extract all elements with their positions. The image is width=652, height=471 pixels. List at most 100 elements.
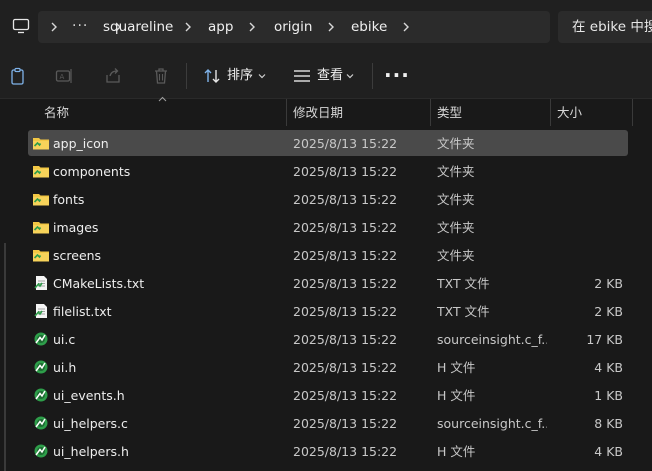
- file-date-modified: 2025/8/13 15:22: [293, 164, 398, 179]
- folder-icon: [32, 191, 50, 207]
- file-date-modified: 2025/8/13 15:22: [293, 136, 398, 151]
- file-row[interactable]: ui.h 2025/8/13 15:22 H 文件 4 KB: [28, 354, 628, 380]
- file-date-modified: 2025/8/13 15:22: [293, 360, 398, 375]
- chevron-right-icon[interactable]: [400, 20, 412, 34]
- file-row[interactable]: CMakeLists.txt 2025/8/13 15:22 TXT 文件 2 KB: [28, 270, 628, 296]
- navigation-pane-scrollbar[interactable]: [4, 243, 6, 471]
- file-row[interactable]: screens 2025/8/13 15:22 文件夹: [28, 242, 628, 268]
- file-type: sourceinsight.c_f...: [437, 416, 547, 431]
- file-name: ui_helpers.c: [53, 416, 128, 431]
- file-name: app_icon: [53, 136, 109, 151]
- file-type: H 文件: [437, 388, 476, 403]
- chevron-right-icon[interactable]: [246, 20, 258, 34]
- toolbar-divider: [186, 63, 187, 89]
- share-icon[interactable]: [103, 66, 123, 86]
- file-type: 文件夹: [437, 192, 475, 207]
- file-explorer-window: ··· squareline app origin ebike 在 ebike …: [0, 0, 652, 471]
- file-type: TXT 文件: [437, 304, 490, 319]
- file-type: H 文件: [437, 444, 476, 459]
- column-divider[interactable]: [286, 99, 287, 126]
- column-header-name[interactable]: 名称: [44, 99, 69, 126]
- file-type: 文件夹: [437, 248, 475, 263]
- breadcrumb-overflow-button[interactable]: ···: [72, 11, 88, 43]
- column-divider[interactable]: [430, 99, 431, 126]
- chevron-down-icon: [346, 74, 354, 79]
- sort-button[interactable]: 排序: [200, 60, 272, 92]
- source-file-icon: [32, 415, 50, 431]
- file-date-modified: 2025/8/13 15:22: [293, 248, 398, 263]
- file-date-modified: 2025/8/13 15:22: [293, 332, 398, 347]
- file-name: images: [53, 220, 99, 235]
- toolbar-divider: [372, 63, 373, 89]
- file-date-modified: 2025/8/13 15:22: [293, 276, 398, 291]
- file-type: 文件夹: [437, 136, 475, 151]
- folder-icon: [32, 135, 50, 151]
- file-name: CMakeLists.txt: [53, 276, 145, 291]
- file-type: sourceinsight.c_f...: [437, 332, 547, 347]
- source-file-icon: [32, 331, 50, 347]
- column-header-size[interactable]: 大小: [557, 99, 582, 126]
- breadcrumb-ebike[interactable]: ebike: [351, 11, 387, 43]
- this-pc-icon[interactable]: [12, 17, 30, 35]
- breadcrumb-squareline[interactable]: squareline: [103, 11, 173, 43]
- breadcrumb-origin[interactable]: origin: [274, 11, 312, 43]
- file-date-modified: 2025/8/13 15:22: [293, 220, 398, 235]
- file-row[interactable]: app_icon 2025/8/13 15:22 文件夹: [28, 130, 628, 156]
- search-placeholder: 在 ebike 中搜索: [572, 19, 652, 35]
- search-box[interactable]: 在 ebike 中搜索: [558, 11, 652, 43]
- file-type: TXT 文件: [437, 276, 490, 291]
- chevron-right-icon[interactable]: [182, 20, 194, 34]
- folder-icon: [32, 219, 50, 235]
- column-divider[interactable]: [632, 99, 633, 126]
- file-name: ui.h: [53, 360, 77, 375]
- address-row: ··· squareline app origin ebike 在 ebike …: [0, 0, 652, 54]
- copy-icon[interactable]: [8, 66, 28, 86]
- file-type: H 文件: [437, 360, 476, 375]
- svg-text:A: A: [60, 73, 65, 81]
- file-row[interactable]: ui_helpers.c 2025/8/13 15:22 sourceinsight…: [28, 410, 628, 436]
- file-name: components: [53, 164, 131, 179]
- text-file-icon: [32, 275, 50, 291]
- file-name: screens: [53, 248, 102, 263]
- file-row[interactable]: fonts 2025/8/13 15:22 文件夹: [28, 186, 628, 212]
- sort-label: 排序: [227, 68, 254, 83]
- file-size: 4 KB: [594, 360, 623, 375]
- file-date-modified: 2025/8/13 15:22: [293, 416, 398, 431]
- file-type: 文件夹: [437, 164, 475, 179]
- source-file-icon: [32, 359, 50, 375]
- file-name: ui.c: [53, 332, 76, 347]
- view-button[interactable]: 查看: [290, 60, 366, 92]
- file-row[interactable]: filelist.txt 2025/8/13 15:22 TXT 文件 2 KB: [28, 298, 628, 324]
- source-file-icon: [32, 443, 50, 459]
- file-size: 2 KB: [594, 276, 623, 291]
- file-size: 17 KB: [586, 332, 623, 347]
- folder-icon: [32, 247, 50, 263]
- folder-icon: [32, 163, 50, 179]
- file-date-modified: 2025/8/13 15:22: [293, 304, 398, 319]
- file-type: 文件夹: [437, 220, 475, 235]
- file-name: fonts: [53, 192, 85, 207]
- column-divider[interactable]: [550, 99, 551, 126]
- sort-icon: [204, 69, 220, 83]
- file-size: 4 KB: [594, 444, 623, 459]
- file-row[interactable]: ui.c 2025/8/13 15:22 sourceinsight.c_f... 1…: [28, 326, 628, 352]
- file-row[interactable]: ui_events.h 2025/8/13 15:22 H 文件 1 KB: [28, 382, 628, 408]
- breadcrumb-app[interactable]: app: [208, 11, 233, 43]
- more-options-button[interactable]: ···: [384, 61, 409, 89]
- source-file-icon: [32, 387, 50, 403]
- command-bar: A 排序 查看: [0, 54, 652, 99]
- file-row[interactable]: images 2025/8/13 15:22 文件夹: [28, 214, 628, 240]
- file-date-modified: 2025/8/13 15:22: [293, 444, 398, 459]
- column-header-date[interactable]: 修改日期: [293, 99, 343, 126]
- rename-icon[interactable]: A: [54, 66, 74, 86]
- file-date-modified: 2025/8/13 15:22: [293, 192, 398, 207]
- text-file-icon: [32, 303, 50, 319]
- chevron-right-icon[interactable]: [325, 20, 337, 34]
- delete-icon[interactable]: [151, 66, 171, 86]
- column-header-type[interactable]: 类型: [437, 99, 462, 126]
- chevron-right-icon[interactable]: [48, 20, 60, 34]
- address-bar[interactable]: ··· squareline app origin ebike: [38, 11, 550, 43]
- column-header-row: 名称 修改日期 类型 大小: [24, 99, 652, 126]
- file-row[interactable]: components 2025/8/13 15:22 文件夹: [28, 158, 628, 184]
- file-row[interactable]: ui_helpers.h 2025/8/13 15:22 H 文件 4 KB: [28, 438, 628, 464]
